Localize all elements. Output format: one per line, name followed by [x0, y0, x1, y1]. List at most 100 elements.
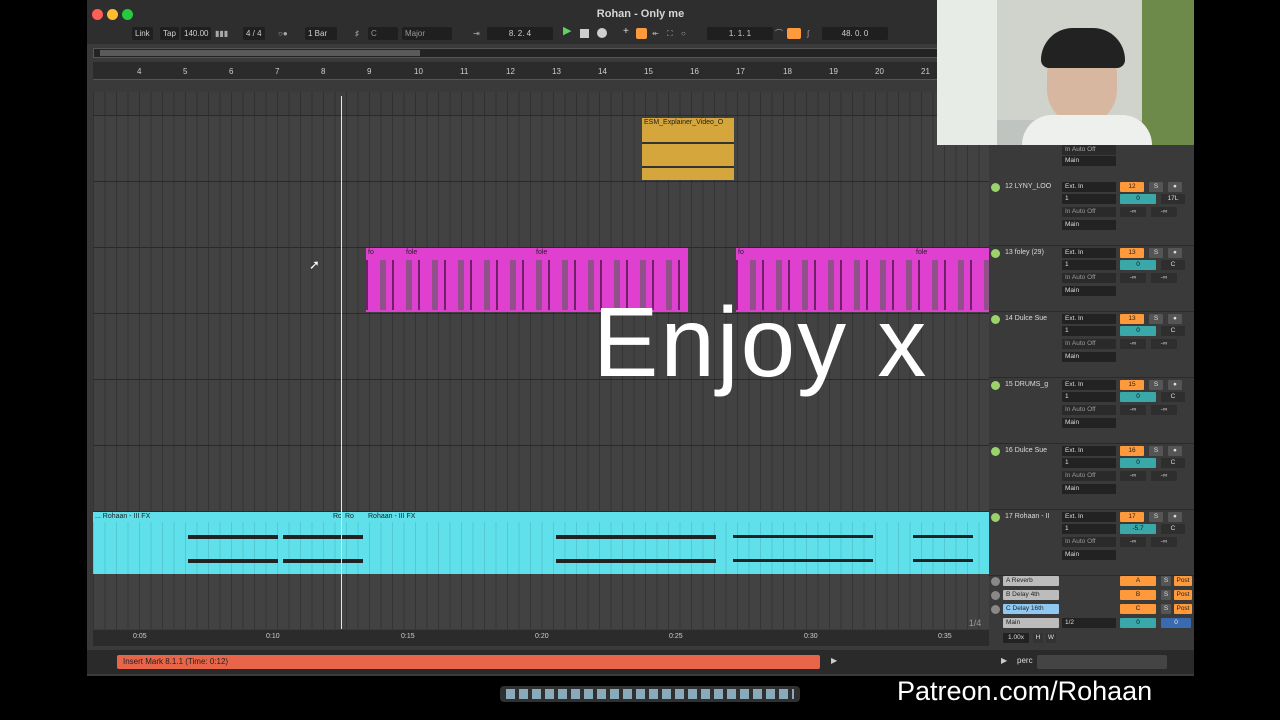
time-signature-field[interactable]: 4 / 4	[243, 27, 265, 40]
track-name[interactable]: 16 Dulce Sue	[1005, 447, 1047, 454]
track-number-button[interactable]: 15	[1120, 380, 1144, 390]
track-lane[interactable]	[93, 92, 989, 116]
pan-field[interactable]: C	[1161, 392, 1185, 402]
height-toggle[interactable]: H	[1033, 633, 1043, 643]
post-button[interactable]: Post	[1174, 576, 1192, 586]
arm-button[interactable]: ●	[1168, 182, 1182, 192]
track-activator-icon[interactable]	[991, 591, 1000, 600]
send-b-field[interactable]: -∞	[1151, 537, 1177, 547]
loop-toggle-icon[interactable]	[787, 28, 801, 39]
loop-start-field[interactable]: 1. 1. 1	[707, 27, 773, 40]
pan-field[interactable]: C	[1161, 260, 1185, 270]
arm-button[interactable]: ●	[1168, 314, 1182, 324]
solo-button[interactable]: S	[1149, 512, 1163, 522]
monitor-buttons[interactable]: In Auto Off	[1062, 537, 1116, 547]
volume-field[interactable]: 0	[1120, 458, 1156, 468]
volume-field[interactable]: 0	[1120, 194, 1156, 204]
device-arrow-icon[interactable]: ▶	[1001, 656, 1007, 665]
send-b-field[interactable]: -∞	[1151, 471, 1177, 481]
output-dropdown[interactable]: Main	[1062, 418, 1116, 428]
arm-button[interactable]: ●	[1168, 380, 1182, 390]
input-channel-dropdown[interactable]: 1	[1062, 392, 1116, 402]
input-channel-dropdown[interactable]: 1	[1062, 458, 1116, 468]
scale-dropdown[interactable]: Major	[402, 27, 452, 40]
track-activator-icon[interactable]	[991, 315, 1000, 324]
record-icon[interactable]	[597, 28, 607, 38]
tap-button[interactable]: Tap	[160, 27, 179, 40]
volume-field[interactable]: 0	[1120, 260, 1156, 270]
track-lane[interactable]	[93, 116, 989, 182]
scale-mode-icon[interactable]: ♯	[355, 27, 359, 40]
input-channel-dropdown[interactable]: 1	[1062, 524, 1116, 534]
pan-field[interactable]: C	[1161, 458, 1185, 468]
track-activator-icon[interactable]	[991, 577, 1000, 586]
punch-in-icon[interactable]: ⌒	[775, 27, 783, 40]
send-a-field[interactable]: -∞	[1120, 273, 1146, 283]
esm-clip[interactable]: ESM_Explainer_Video_O	[642, 118, 734, 180]
input-type-dropdown[interactable]: Ext. In	[1062, 182, 1116, 192]
pan-field[interactable]: C	[1161, 524, 1185, 534]
metronome-icon[interactable]: ▮▮▮	[215, 27, 228, 40]
return-name[interactable]: A Reverb	[1003, 576, 1059, 586]
follow-icon[interactable]: ⇥	[473, 27, 480, 40]
track-number-button[interactable]: 13	[1120, 314, 1144, 324]
main-volume-field[interactable]: 0	[1120, 618, 1156, 628]
send-b-field[interactable]: -∞	[1151, 273, 1177, 283]
song-position-field[interactable]: 8. 2. 4	[487, 27, 553, 40]
send-a-field[interactable]: -∞	[1120, 207, 1146, 217]
solo-button[interactable]: S	[1149, 182, 1163, 192]
input-type-dropdown[interactable]: Ext. In	[1062, 380, 1116, 390]
track-activator-icon[interactable]	[991, 513, 1000, 522]
main-output-dropdown[interactable]: 1/2	[1062, 618, 1116, 628]
main-pan-field[interactable]: 0	[1161, 618, 1191, 628]
send-b-field[interactable]: -∞	[1151, 339, 1177, 349]
track-lane[interactable]	[93, 182, 989, 248]
width-toggle[interactable]: W	[1046, 633, 1056, 643]
monitor-buttons[interactable]: In Auto Off	[1062, 471, 1116, 481]
send-a-field[interactable]: -∞	[1120, 405, 1146, 415]
monitor-buttons[interactable]: In Auto Off	[1062, 207, 1116, 217]
stop-icon[interactable]	[580, 29, 589, 38]
rohaan-fx-clip[interactable]: ... Rohaan - III FX Ro Ro Rohaan - III F…	[93, 512, 989, 574]
playhead[interactable]	[341, 96, 342, 629]
device-overview[interactable]	[1037, 655, 1167, 669]
send-a-field[interactable]: -∞	[1120, 339, 1146, 349]
time-ruler[interactable]: 0:05 0:10 0:15 0:20 0:25 0:30 0:35	[93, 630, 989, 646]
send-b-field[interactable]: -∞	[1151, 207, 1177, 217]
monitor-buttons[interactable]: In Auto Off	[1062, 145, 1116, 155]
solo-button[interactable]: S	[1149, 314, 1163, 324]
send-b-field[interactable]: -∞	[1151, 405, 1177, 415]
solo-button[interactable]: S	[1161, 590, 1171, 600]
send-a-field[interactable]: -∞	[1120, 471, 1146, 481]
macos-dock[interactable]	[500, 686, 800, 702]
solo-button[interactable]: S	[1149, 380, 1163, 390]
play-icon[interactable]: ▶	[563, 25, 571, 38]
output-dropdown[interactable]: Main	[1062, 286, 1116, 296]
input-channel-dropdown[interactable]: 1	[1062, 194, 1116, 204]
dock-icons[interactable]	[506, 689, 794, 699]
add-icon[interactable]: +	[623, 25, 629, 38]
return-name[interactable]: B Delay 4th	[1003, 590, 1059, 600]
arm-button[interactable]: ●	[1168, 512, 1182, 522]
monitor-buttons[interactable]: In Auto Off	[1062, 339, 1116, 349]
capture-icon[interactable]: ⛶	[667, 27, 673, 40]
return-letter-button[interactable]: A	[1120, 576, 1156, 586]
track-activator-icon[interactable]	[991, 249, 1000, 258]
main-name[interactable]: Main	[1003, 618, 1059, 628]
solo-button[interactable]: S	[1149, 248, 1163, 258]
arm-button[interactable]: ●	[1168, 248, 1182, 258]
input-type-dropdown[interactable]: Ext. In	[1062, 446, 1116, 456]
link-button[interactable]: Link	[132, 27, 153, 40]
input-type-dropdown[interactable]: Ext. In	[1062, 512, 1116, 522]
track-number-button[interactable]: 13	[1120, 248, 1144, 258]
return-name[interactable]: C Delay 16th	[1003, 604, 1059, 614]
input-channel-dropdown[interactable]: 1	[1062, 326, 1116, 336]
track-number-button[interactable]: 12	[1120, 182, 1144, 192]
send-a-field[interactable]: -∞	[1120, 537, 1146, 547]
track-name[interactable]: 12 LYNY_LOO	[1005, 183, 1051, 190]
solo-button[interactable]: S	[1149, 446, 1163, 456]
volume-field[interactable]: -5.7	[1120, 524, 1156, 534]
track-number-button[interactable]: 16	[1120, 446, 1144, 456]
monitor-buttons[interactable]: In Auto Off	[1062, 273, 1116, 283]
monitor-buttons[interactable]: In Auto Off	[1062, 405, 1116, 415]
